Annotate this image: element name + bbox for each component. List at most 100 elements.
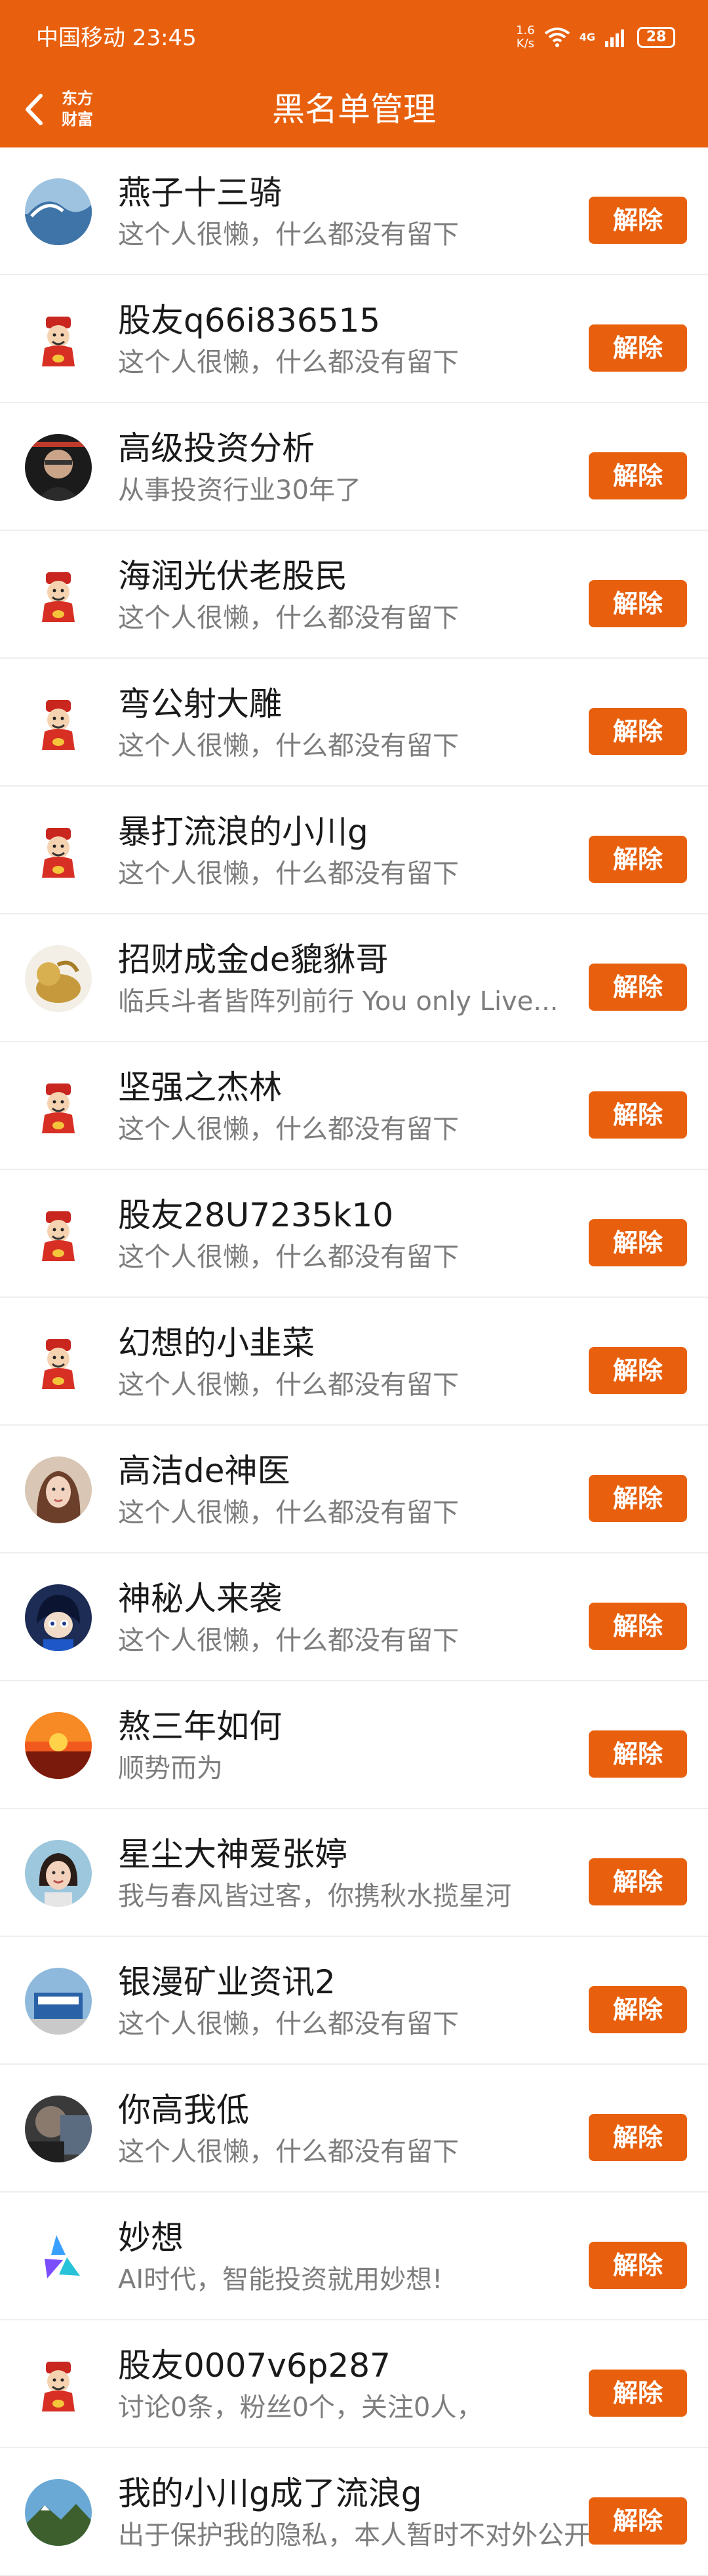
unblock-button[interactable]: 解除 xyxy=(589,1858,687,1905)
user-name[interactable]: 弯公射大雕 xyxy=(118,684,564,724)
unblock-button[interactable]: 解除 xyxy=(589,2370,687,2417)
user-description: 讨论0条，粉丝0个，关注0人， xyxy=(118,2392,483,2423)
blacklist-row: 银漫矿业资讯2 这个人很懒，什么都没有留下 解除 xyxy=(0,1937,708,2065)
blacklist-row: 星尘大神爱张婷我与春风皆过客，你携秋水揽星河 解除 xyxy=(0,1809,708,1937)
blacklist-row: 我的小川g成了流浪g 出于保护我的隐私，本人暂时不对外公开 解除 xyxy=(0,2448,708,2576)
user-description: 这个人很懒，什么都没有留下 xyxy=(118,731,459,761)
user-description: 这个人很懒，什么都没有留下 xyxy=(118,1370,459,1400)
user-description: 这个人很懒，什么都没有留下 xyxy=(118,220,459,250)
blacklist-row: 招财成金de貔貅哥临兵斗者皆阵列前行 You only Live... 解除 xyxy=(0,914,708,1042)
blacklist-row: 坚强之杰林这个人很懒，什么都没有留下 解除 xyxy=(0,1042,708,1170)
avatar[interactable] xyxy=(25,1201,92,1268)
blacklist-row: 海润光伏老股民这个人很懒，什么都没有留下 解除 xyxy=(0,531,708,659)
user-name[interactable]: 幻想的小韭菜 xyxy=(118,1323,564,1363)
status-icons: 1.6 K/s 4G 28 xyxy=(516,21,675,54)
blacklist-row: 神秘人来袭这个人很懒，什么都没有留下 解除 xyxy=(0,1553,708,1681)
unblock-button[interactable]: 解除 xyxy=(589,1219,687,1266)
avatar[interactable] xyxy=(25,562,92,629)
user-description: 临兵斗者皆阵列前行 You only Live... xyxy=(118,986,559,1017)
blacklist-row: 幻想的小韭菜这个人很懒，什么都没有留下 解除 xyxy=(0,1298,708,1426)
status-bar: 中国移动 23:45 1.6 K/s 4G 28 xyxy=(0,0,708,72)
unblock-button[interactable]: 解除 xyxy=(589,708,687,755)
user-description: 这个人很懒，什么都没有留下 xyxy=(118,1498,459,1528)
unblock-button[interactable]: 解除 xyxy=(589,197,687,244)
avatar[interactable] xyxy=(25,690,92,756)
unblock-button[interactable]: 解除 xyxy=(589,1347,687,1394)
avatar[interactable] xyxy=(25,1073,92,1140)
nav-bar: 东方 财富 黑名单管理 xyxy=(0,72,708,147)
user-name[interactable]: 熬三年如何 xyxy=(118,1706,564,1747)
avatar[interactable] xyxy=(25,1968,92,2035)
user-name[interactable]: 暴打流浪的小川g xyxy=(118,811,564,852)
user-description: 这个人很懒，什么都没有留下 xyxy=(118,1242,459,1272)
net-speed-value: 1.6 xyxy=(516,24,535,37)
user-name[interactable]: 我的小川g成了流浪g xyxy=(118,2473,564,2514)
user-name[interactable]: 股友0007v6p287 xyxy=(118,2345,564,2386)
user-description: 出于保护我的隐私，本人暂时不对外公开 xyxy=(118,2520,590,2550)
unblock-button[interactable]: 解除 xyxy=(589,2242,687,2289)
user-name[interactable]: 坚强之杰林 xyxy=(118,1067,564,1108)
avatar[interactable] xyxy=(25,945,92,1012)
user-description: 这个人很懒，什么都没有留下 xyxy=(118,1626,459,1656)
user-name[interactable]: 股友28U7235k10 xyxy=(118,1195,564,1236)
unblock-button[interactable]: 解除 xyxy=(589,324,687,372)
unblock-button[interactable]: 解除 xyxy=(589,836,687,883)
unblock-button[interactable]: 解除 xyxy=(589,1730,687,1778)
avatar[interactable] xyxy=(25,434,92,501)
avatar[interactable] xyxy=(25,1840,92,1907)
user-name[interactable]: 神秘人来袭 xyxy=(118,1578,564,1619)
net-speed: 1.6 K/s xyxy=(516,24,535,50)
blacklist-row: 你高我低这个人很懒，什么都没有留下 解除 xyxy=(0,2065,708,2193)
user-name[interactable]: 燕子十三骑 xyxy=(118,172,564,213)
unblock-button[interactable]: 解除 xyxy=(589,452,687,499)
unblock-button[interactable]: 解除 xyxy=(589,964,687,1011)
avatar[interactable] xyxy=(25,1584,92,1651)
unblock-button[interactable]: 解除 xyxy=(589,2114,687,2161)
avatar[interactable] xyxy=(25,1712,92,1779)
net-speed-unit: K/s xyxy=(516,37,535,50)
user-name[interactable]: 高洁de神医 xyxy=(118,1451,564,1491)
battery-icon: 28 xyxy=(637,27,675,48)
unblock-button[interactable]: 解除 xyxy=(589,580,687,627)
blacklist-row: 高级投资分析从事投资行业30年了 解除 xyxy=(0,403,708,531)
user-name[interactable]: 银漫矿业资讯2 xyxy=(118,1962,564,2002)
user-description: 顺势而为 xyxy=(118,1753,223,1784)
user-description: AI时代，智能投资就用妙想! xyxy=(118,2265,443,2295)
avatar[interactable] xyxy=(25,1456,92,1523)
blacklist-row: 股友0007v6p287 讨论0条，粉丝0个，关注0人， 解除 xyxy=(0,2320,708,2448)
user-description: 这个人很懒，什么都没有留下 xyxy=(118,347,459,378)
user-name[interactable]: 你高我低 xyxy=(118,2090,564,2130)
blacklist: 燕子十三骑 这个人很懒，什么都没有留下 解除 股友q66i836515 这个人很懒，什么… xyxy=(0,147,708,2576)
avatar[interactable] xyxy=(25,306,92,373)
user-name[interactable]: 股友q66i836515 xyxy=(118,300,564,341)
user-description: 我与春风皆过客，你携秋水揽星河 xyxy=(118,1881,511,1911)
avatar[interactable] xyxy=(25,2223,92,2290)
blacklist-row: 股友28U7235k10 这个人很懒，什么都没有留下 解除 xyxy=(0,1170,708,1298)
avatar[interactable] xyxy=(25,2096,92,2162)
avatar[interactable] xyxy=(25,2479,92,2546)
unblock-button[interactable]: 解除 xyxy=(589,2497,687,2545)
unblock-button[interactable]: 解除 xyxy=(589,1475,687,1522)
user-name[interactable]: 妙想 xyxy=(118,2217,564,2258)
user-description: 这个人很懒，什么都没有留下 xyxy=(118,603,459,633)
user-description: 从事投资行业30年了 xyxy=(118,475,361,505)
carrier-time: 中国移动 23:45 xyxy=(36,25,197,51)
user-name[interactable]: 海润光伏老股民 xyxy=(118,556,564,596)
blacklist-row: 暴打流浪的小川g 这个人很懒，什么都没有留下 解除 xyxy=(0,787,708,914)
unblock-button[interactable]: 解除 xyxy=(589,1603,687,1650)
avatar[interactable] xyxy=(25,178,92,245)
blacklist-row: 股友q66i836515 这个人很懒，什么都没有留下 解除 xyxy=(0,275,708,403)
avatar[interactable] xyxy=(25,2351,92,2418)
user-description: 这个人很懒，什么都没有留下 xyxy=(118,859,459,889)
unblock-button[interactable]: 解除 xyxy=(589,1986,687,2033)
avatar[interactable] xyxy=(25,1329,92,1395)
blacklist-row: 熬三年如何顺势而为 解除 xyxy=(0,1681,708,1809)
user-description: 这个人很懒，什么都没有留下 xyxy=(118,2137,459,2167)
user-name[interactable]: 招财成金de貔貅哥 xyxy=(118,939,564,980)
user-description: 这个人很懒，什么都没有留下 xyxy=(118,2009,459,2039)
user-description: 这个人很懒，什么都没有留下 xyxy=(118,1114,459,1144)
user-name[interactable]: 高级投资分析 xyxy=(118,428,564,469)
user-name[interactable]: 星尘大神爱张婷 xyxy=(118,1834,564,1875)
avatar[interactable] xyxy=(25,817,92,884)
unblock-button[interactable]: 解除 xyxy=(589,1091,687,1139)
